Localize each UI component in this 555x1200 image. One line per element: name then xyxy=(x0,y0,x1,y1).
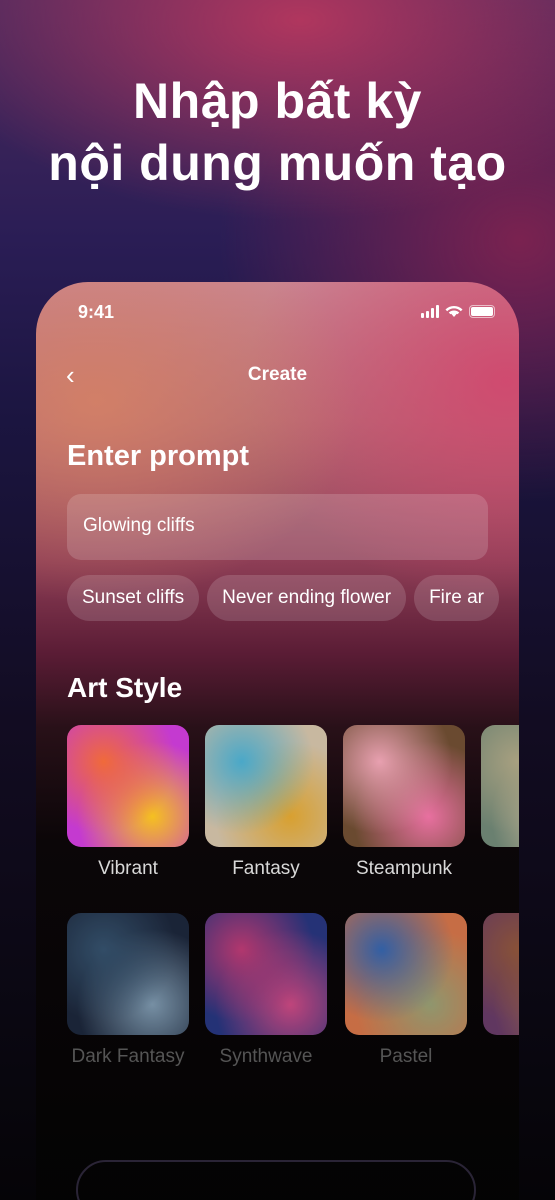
art-style-thumbnail xyxy=(483,913,519,1035)
art-style-thumbnail xyxy=(343,725,465,847)
art-style-label: Synthwave xyxy=(219,1046,313,1067)
wifi-icon xyxy=(445,305,463,317)
art-style-synthwave[interactable]: Synthwave xyxy=(205,913,327,1068)
art-style-thumbnail xyxy=(205,725,327,847)
page-title: Create xyxy=(247,364,308,385)
art-style-u[interactable]: U xyxy=(481,725,519,880)
signal-icon xyxy=(421,304,439,318)
art-style-label: U xyxy=(481,858,519,880)
art-style-label: F xyxy=(483,1046,519,1068)
status-icons xyxy=(421,304,495,318)
art-style-label: Fantasy xyxy=(232,858,300,879)
art-style-thumbnail xyxy=(481,725,519,847)
art-style-thumbnail xyxy=(67,725,189,847)
art-style-fantasy[interactable]: Fantasy xyxy=(205,725,327,880)
art-style-label: Pastel xyxy=(379,1046,433,1067)
art-style-steampunk[interactable]: Steampunk xyxy=(343,725,465,880)
art-style-label: Vibrant xyxy=(98,858,158,879)
suggestion-chip[interactable]: Never ending flower xyxy=(207,575,407,621)
prompt-input[interactable]: Glowing cliffs xyxy=(67,494,488,560)
art-style-dark-fantasy[interactable]: Dark Fantasy xyxy=(67,913,189,1068)
headline-line2: nội dung muốn tạo xyxy=(48,135,507,191)
art-style-pastel[interactable]: Pastel xyxy=(345,913,467,1068)
phone-screen: 9:41 ‹ Create Enter prompt Glowing cliff… xyxy=(36,282,519,1200)
headline: Nhập bất kỳ nội dung muốn tạo xyxy=(0,70,555,194)
art-style-label: Steampunk xyxy=(355,858,453,879)
art-style-thumbnail xyxy=(67,913,189,1035)
art-style-label: Dark Fantasy xyxy=(71,1046,185,1067)
status-time: 9:41 xyxy=(78,302,115,322)
suggestion-chip[interactable]: Fire ar xyxy=(414,575,499,621)
suggestion-chip[interactable]: Sunset cliffs xyxy=(67,575,200,621)
art-style-f[interactable]: F xyxy=(483,913,519,1068)
generate-button[interactable] xyxy=(76,1160,476,1200)
art-style-heading: Art Style xyxy=(67,672,183,703)
headline-line1: Nhập bất kỳ xyxy=(133,73,422,129)
prompt-heading: Enter prompt xyxy=(67,440,250,472)
battery-icon xyxy=(469,304,495,318)
art-style-thumbnail xyxy=(205,913,327,1035)
art-style-vibrant[interactable]: Vibrant xyxy=(67,725,189,880)
suggestion-chips: Sunset cliffs Never ending flower Fire a… xyxy=(67,575,499,621)
art-style-thumbnail xyxy=(345,913,467,1035)
